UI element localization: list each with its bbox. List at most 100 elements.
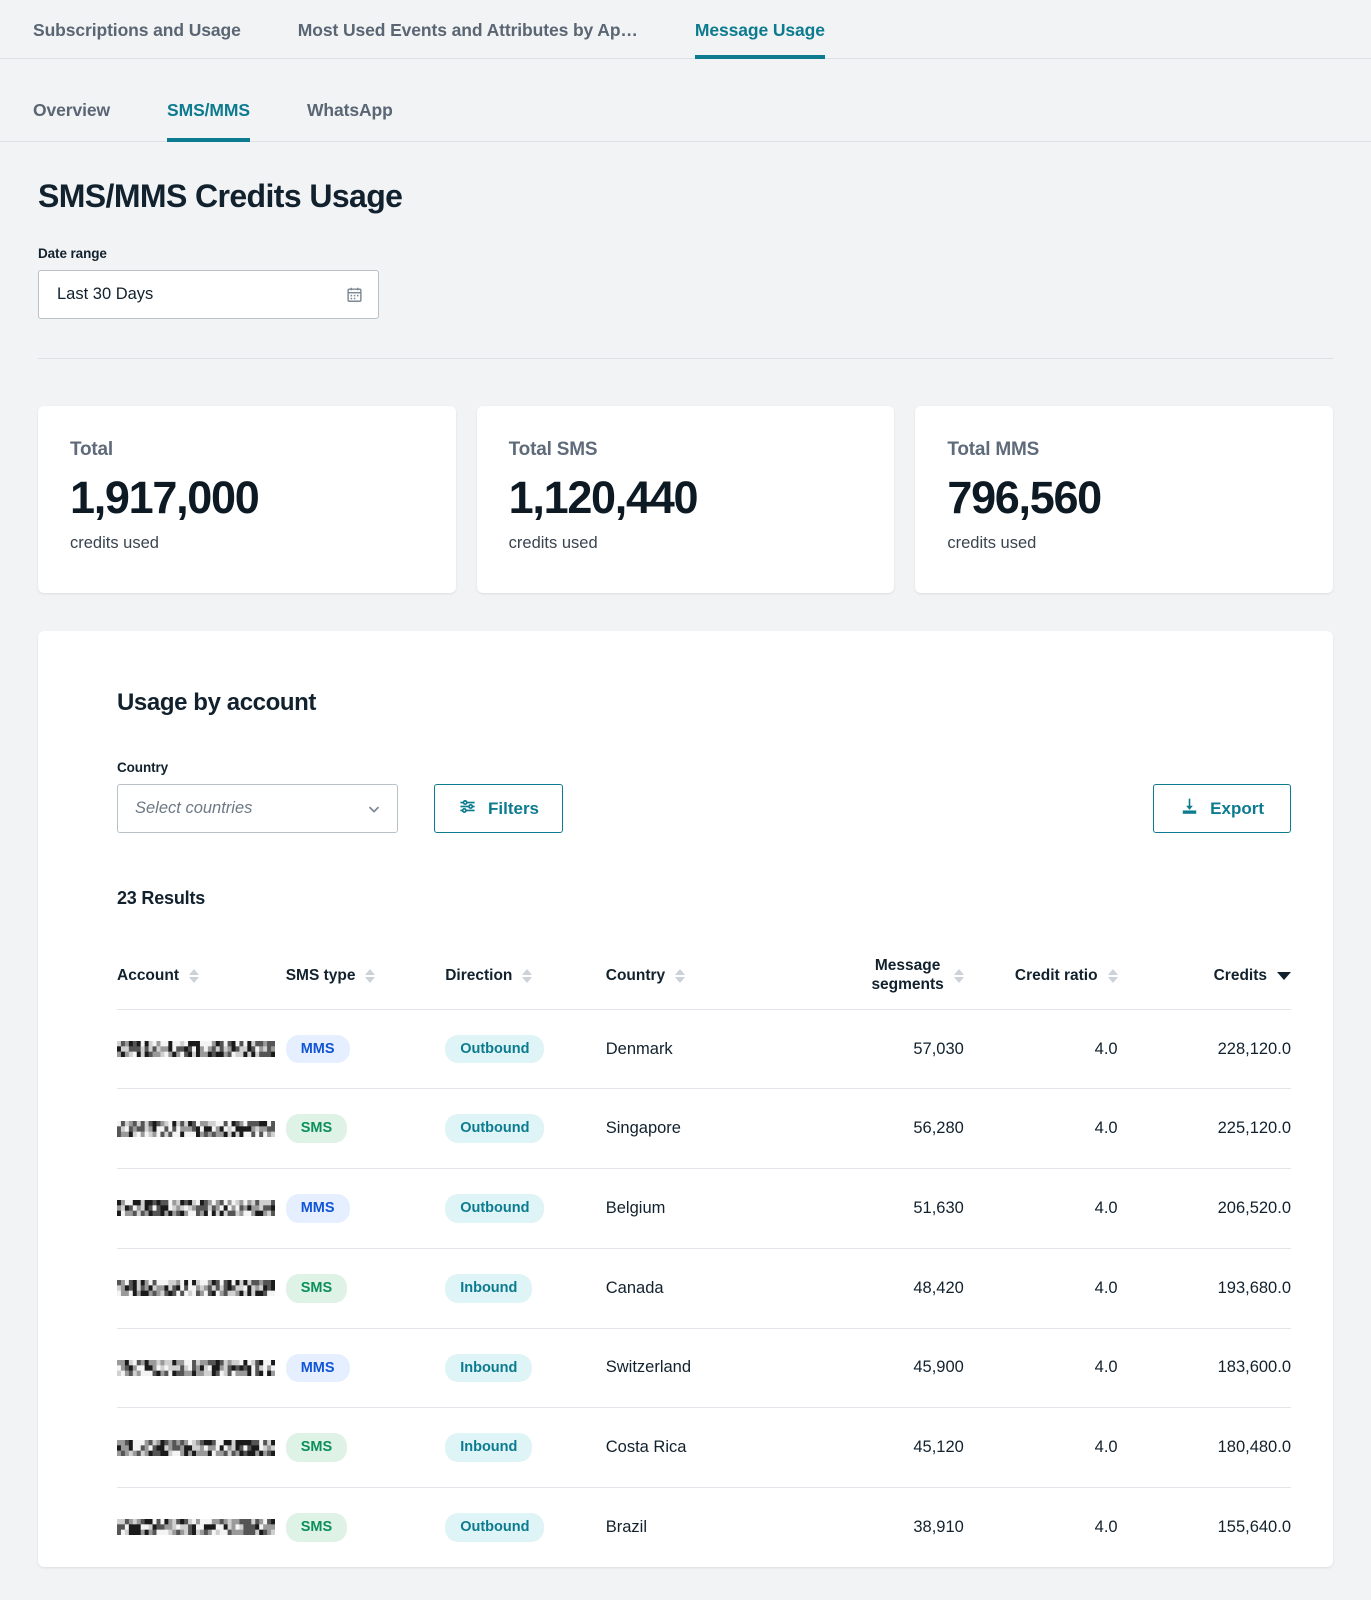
cell-country: Costa Rica <box>605 1407 794 1488</box>
cell-credit-ratio: 4.0 <box>963 1168 1118 1249</box>
cell-direction: Outbound <box>445 1487 606 1566</box>
col-header-label: Message segments <box>871 957 944 993</box>
redacted-account-name <box>117 1200 286 1217</box>
stat-value: 796,560 <box>947 472 1102 523</box>
redacted-account-name <box>117 1519 286 1536</box>
cell-message-segments: 56,280 <box>793 1088 964 1170</box>
col-header-credit-ratio[interactable]: Credit ratio <box>963 947 1118 1010</box>
col-header-message-segments[interactable]: Message segments <box>793 947 964 1010</box>
tab-subscriptions-and-usage[interactable]: Subscriptions and Usage <box>33 0 241 59</box>
cell-credits: 155,640.0 <box>1217 1517 1291 1536</box>
cell-country: Brazil <box>605 1517 648 1536</box>
cell-credits: 183,600.0 <box>1117 1328 1291 1409</box>
panel-title: Usage by account <box>117 689 316 716</box>
col-header-direction[interactable]: Direction <box>445 947 606 1010</box>
redacted-account-name <box>117 1280 286 1297</box>
sms-type-badge: SMS <box>285 1512 348 1542</box>
cell-sms-type: MMS <box>285 1328 446 1409</box>
col-header-sms-type[interactable]: SMS type <box>285 947 446 1010</box>
sort-arrows-icon[interactable] <box>189 968 199 983</box>
cell-direction: Inbound <box>445 1328 606 1409</box>
stat-card-total-mms: Total MMS 796,560 credits used <box>915 406 1334 593</box>
usage-table: Account SMS type Direction Country Messa… <box>117 947 1291 1567</box>
date-range-section: Date range Last 30 Days <box>0 215 1371 319</box>
col-header-label: Credits <box>1213 966 1267 984</box>
table-controls: Country Select countries Filters Export <box>117 760 1291 833</box>
sort-arrows-icon[interactable] <box>1107 968 1118 983</box>
stat-sublabel: credits used <box>70 533 159 552</box>
col-header-credits[interactable]: Credits <box>1117 947 1291 1010</box>
sort-arrows-icon[interactable] <box>522 968 533 983</box>
stat-label: Total MMS <box>947 439 1040 460</box>
cell-direction: Inbound <box>445 1407 606 1488</box>
date-range-picker[interactable]: Last 30 Days <box>38 270 379 319</box>
direction-badge: Outbound <box>445 1512 545 1542</box>
tab-most-used-events[interactable]: Most Used Events and Attributes by Ap… <box>298 0 638 59</box>
cell-account <box>117 1088 286 1170</box>
cell-credits: 180,480.0 <box>1117 1407 1291 1488</box>
sms-type-badge: MMS <box>285 1034 350 1064</box>
table-row[interactable]: SMS Outbound Singapore 56,280 4.0 225,120.0 <box>117 1088 1291 1170</box>
stat-value: 1,120,440 <box>508 472 699 523</box>
cell-account <box>117 1168 286 1249</box>
cell-sms-type: MMS <box>285 1168 446 1249</box>
secondary-tab-bar: Overview SMS/MMS WhatsApp <box>0 59 1371 142</box>
filters-button[interactable]: Filters <box>434 784 564 833</box>
stat-value: 1,917,000 <box>70 472 260 523</box>
tab-label: Message Usage <box>694 20 825 40</box>
table-row[interactable]: SMS Inbound Canada 48,420 4.0 193,680.0 <box>117 1248 1291 1329</box>
cell-credits: 228,120.0 <box>1117 1009 1291 1090</box>
table-row[interactable]: MMS Outbound Belgium 51,630 4.0 206,520.0 <box>117 1168 1291 1249</box>
tab-whatsapp[interactable]: WhatsApp <box>307 59 393 142</box>
stat-label: Total <box>70 439 113 460</box>
cell-message-segments: 51,630 <box>793 1168 964 1249</box>
country-select[interactable]: Select countries <box>117 784 398 833</box>
table-row[interactable]: SMS Outbound Brazil 38,910 4.0 155,640.0 <box>117 1487 1291 1566</box>
cell-credit-ratio: 4.0 <box>963 1407 1118 1488</box>
sort-arrows-icon[interactable] <box>365 968 376 983</box>
table-row[interactable]: MMS Inbound Switzerland 45,900 4.0 183,600.0 <box>117 1328 1291 1409</box>
cell-message-segments: 45,900 <box>793 1328 964 1409</box>
cell-message-segments: 38,910 <box>913 1517 964 1536</box>
tab-message-usage[interactable]: Message Usage <box>694 0 825 59</box>
sort-arrows-icon[interactable] <box>675 968 686 983</box>
sms-type-badge: SMS <box>285 1273 348 1303</box>
cell-credits: 193,680.0 <box>1117 1248 1291 1329</box>
tab-label: Overview <box>33 100 111 120</box>
sort-descending-icon[interactable] <box>1277 971 1291 980</box>
col-header-account[interactable]: Account <box>117 947 286 1010</box>
stat-card-total: Total 1,917,000 credits used <box>38 406 456 593</box>
sort-arrows-icon[interactable] <box>953 968 964 983</box>
results-count: 23 Results <box>117 888 206 908</box>
country-select-placeholder: Select countries <box>135 799 253 817</box>
table-head: Account SMS type Direction Country Messa… <box>117 947 1291 1010</box>
cell-account <box>117 1407 286 1488</box>
stat-card-total-sms: Total SMS 1,120,440 credits used <box>476 406 895 593</box>
date-range-value: Last 30 Days <box>57 285 154 303</box>
cell-account <box>117 1248 286 1329</box>
tab-sms-mms[interactable]: SMS/MMS <box>167 59 250 142</box>
page-title: SMS/MMS Credits Usage <box>38 178 403 214</box>
download-icon <box>1180 797 1199 821</box>
col-header-label: Direction <box>445 966 513 984</box>
direction-badge: Outbound <box>445 1114 545 1144</box>
cell-direction: Outbound <box>445 1168 606 1249</box>
sms-type-badge: SMS <box>285 1433 348 1462</box>
cell-country: Denmark <box>605 1009 794 1090</box>
cell-country: Singapore <box>605 1088 794 1170</box>
cell-credit-ratio: 4.0 <box>963 1328 1118 1409</box>
table-body: MMS Outbound Denmark 57,030 4.0 228,120.0 SMS O… <box>117 1009 1291 1566</box>
country-label: Country <box>117 760 169 775</box>
col-header-label: Credit ratio <box>1014 966 1098 984</box>
chevron-down-icon <box>365 800 383 818</box>
redacted-account-name <box>117 1041 286 1058</box>
cell-sms-type: MMS <box>285 1009 446 1090</box>
export-button[interactable]: Export <box>1153 784 1291 833</box>
cell-sms-type: SMS <box>285 1088 446 1170</box>
tab-overview[interactable]: Overview <box>33 59 110 142</box>
country-filter-group: Country Select countries <box>117 760 398 833</box>
table-row[interactable]: MMS Outbound Denmark 57,030 4.0 228,120.0 <box>117 1009 1291 1090</box>
cell-account <box>117 1328 286 1409</box>
table-row[interactable]: SMS Inbound Costa Rica 45,120 4.0 180,480.0 <box>117 1407 1291 1488</box>
col-header-country[interactable]: Country <box>605 947 794 1010</box>
